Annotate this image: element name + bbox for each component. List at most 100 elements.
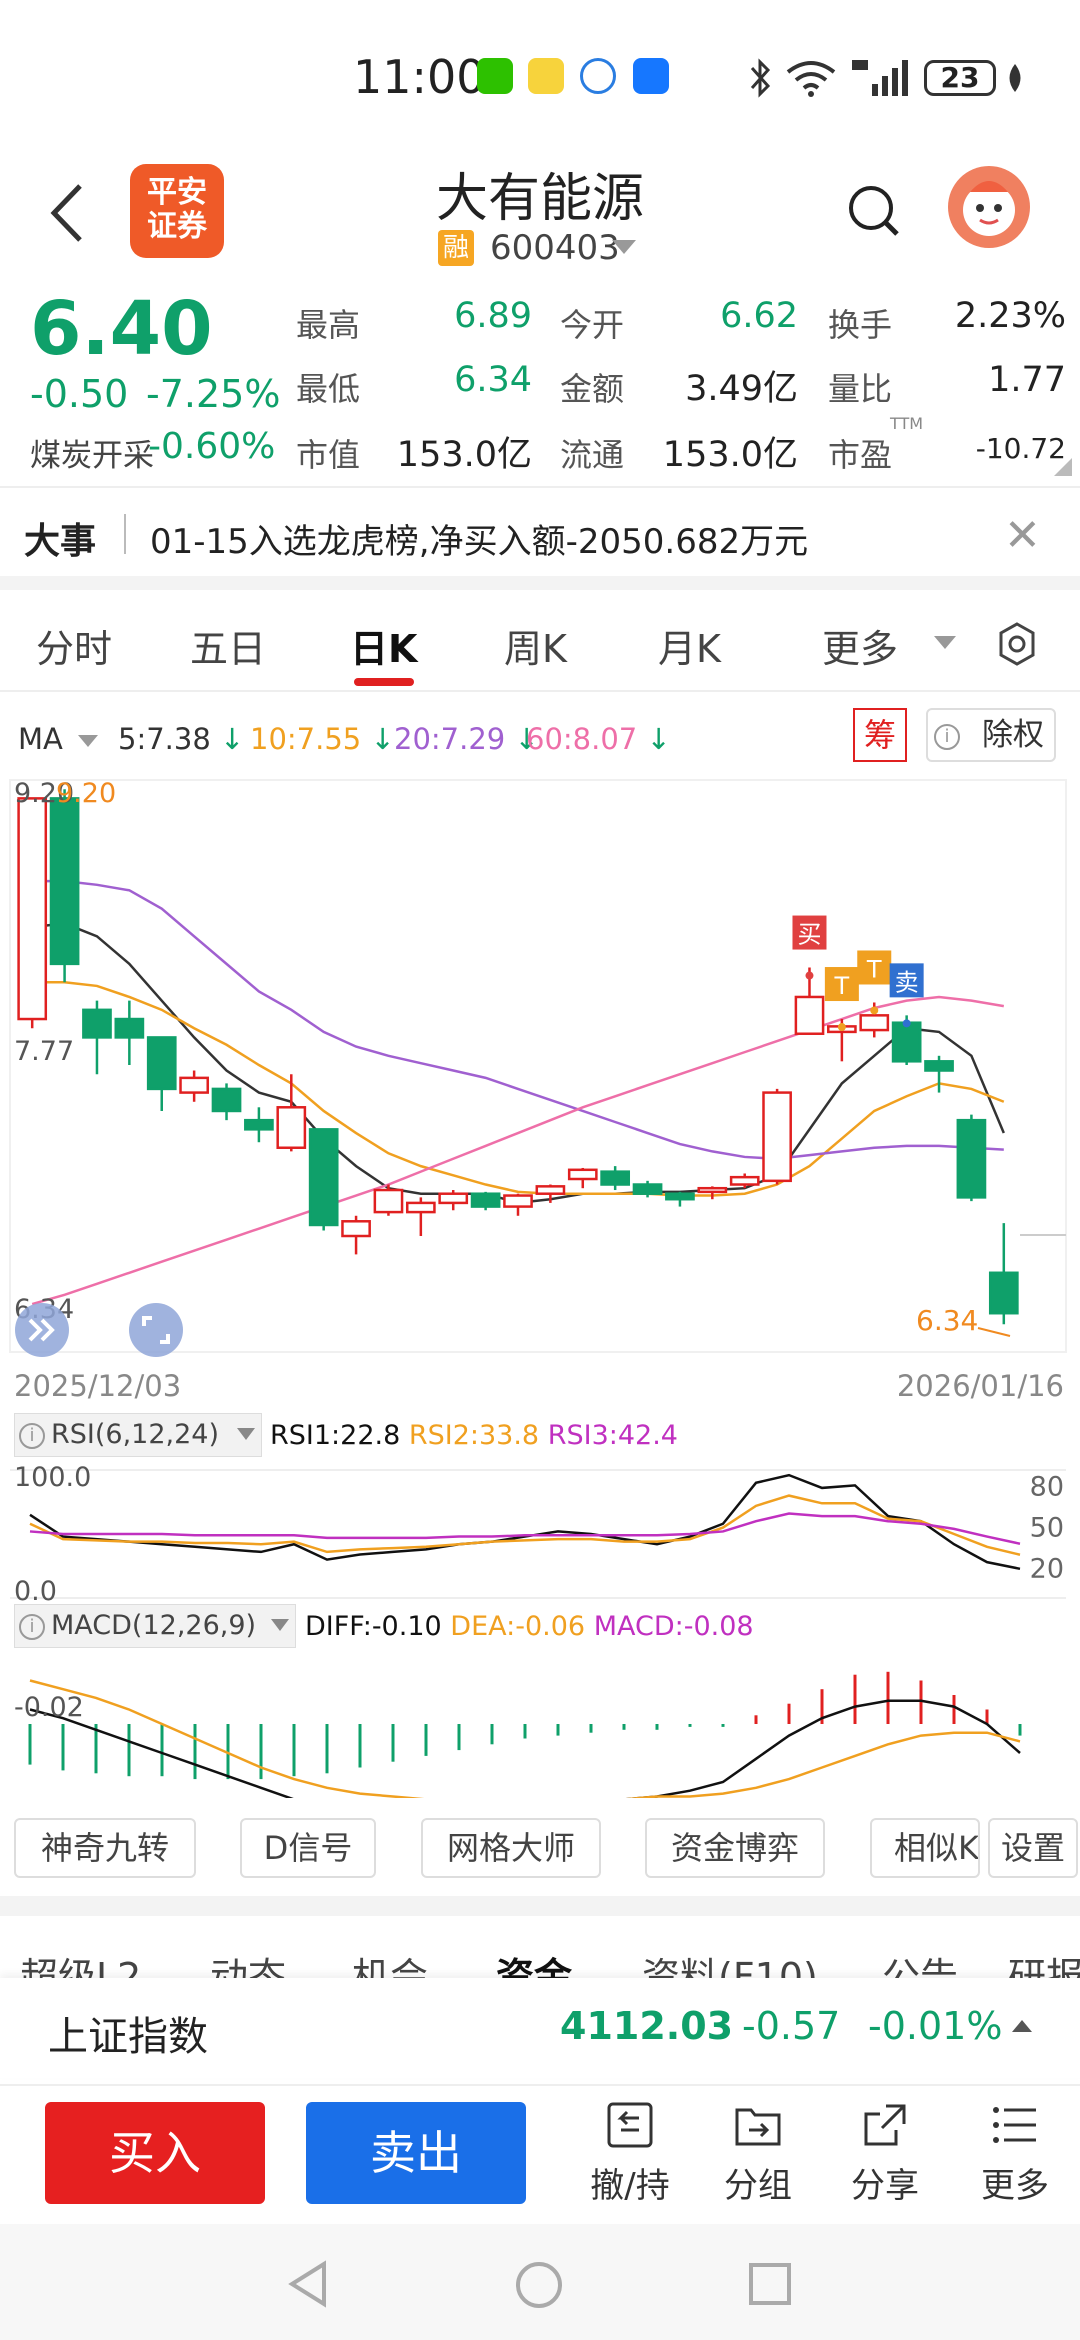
tab-daily-k[interactable]: 日K <box>350 618 417 673</box>
quote-field-label: 市值 <box>296 436 361 474</box>
tab-5day[interactable]: 五日 <box>190 618 266 673</box>
quote-field-label: 换手 <box>828 306 893 344</box>
y-axis-mid-label: 7.77 <box>14 1036 74 1067</box>
info-icon: i <box>934 724 960 750</box>
macd-indicator-selector[interactable]: i MACD(12,26,9) <box>14 1604 296 1648</box>
expand-left-icon[interactable] <box>15 1303 69 1357</box>
index-change: -0.57 <box>742 2004 841 2048</box>
tool-d-signal-button[interactable]: D信号 <box>240 1818 376 1878</box>
candle <box>665 1191 695 1207</box>
signal-icon <box>852 60 908 96</box>
x-axis-end-label: 2026/01/16 <box>897 1369 1064 1403</box>
settings-button[interactable]: 设置 <box>988 1818 1078 1878</box>
info-icon: i <box>19 1613 45 1640</box>
tool-magic-nine-button[interactable]: 神奇九转 <box>14 1818 196 1878</box>
leaf-icon <box>1009 64 1021 92</box>
ma20-value: 20:7.29 ↓ <box>394 722 539 756</box>
news-text[interactable]: 01-15入选龙虎榜,净买入额-2050.682万元 <box>150 514 808 563</box>
candle <box>956 1114 987 1202</box>
rsi1-value: RSI1:22.8 <box>270 1420 401 1451</box>
index-value: 4112.03 <box>560 2004 734 2048</box>
mascot-icon <box>963 181 1015 236</box>
tab-opportunity[interactable]: 机会 <box>352 1946 428 1978</box>
candle <box>988 1223 1019 1325</box>
candle <box>244 1107 274 1143</box>
period-low-pointer <box>977 1327 1011 1337</box>
chevron-down-icon[interactable] <box>612 240 636 254</box>
macd-chart[interactable]: -0.02 <box>0 1648 1080 1798</box>
rsi-chart[interactable]: 100.0 0.0 80 50 20 <box>0 1456 1080 1606</box>
quote-field-label: 最低 <box>296 370 361 408</box>
buy-button[interactable]: 买入 <box>45 2102 265 2204</box>
quote-field-label: 金额 <box>560 370 625 408</box>
tab-announcement[interactable]: 公告 <box>882 1946 958 1978</box>
rsi-indicator-selector[interactable]: i RSI(6,12,24) <box>14 1413 262 1457</box>
quote-field-value: 3.49亿 <box>685 369 798 409</box>
trade-marker-label: T <box>866 955 882 983</box>
tab-research[interactable]: 研报 <box>1008 1946 1080 1978</box>
chevron-up-icon[interactable] <box>1012 2020 1032 2032</box>
fullscreen-icon[interactable] <box>129 1303 183 1357</box>
chip-distribution-button[interactable]: 筹 <box>853 708 907 762</box>
market-index-bar[interactable]: 上证指数 4112.03 -0.57 -0.01% <box>0 1978 1080 2078</box>
chevron-down-icon[interactable] <box>934 636 956 649</box>
tab-weekly-k[interactable]: 周K <box>504 618 567 673</box>
undo-icon <box>607 2102 653 2148</box>
nav-back-icon[interactable] <box>286 2260 330 2308</box>
candle <box>600 1166 631 1191</box>
quote-field-label: 市盈 <box>828 436 893 474</box>
tab-minute[interactable]: 分时 <box>36 618 112 673</box>
ma-selector[interactable]: MA <box>18 722 99 756</box>
macd-dea-line <box>29 1679 1021 1798</box>
gear-icon[interactable] <box>995 622 1039 666</box>
macd-diff-value: DIFF:-0.10 <box>305 1611 442 1642</box>
tab-capital[interactable]: 资金 <box>496 1946 572 1978</box>
tab-monthly-k[interactable]: 月K <box>658 618 721 673</box>
news-bar[interactable]: 大事 01-15入选龙虎榜,净买入额-2050.682万元 ✕ <box>0 486 1080 576</box>
candle <box>438 1190 469 1211</box>
chevron-down-icon <box>271 1619 289 1631</box>
tool-similar-k-button[interactable]: 相似K <box>870 1818 980 1878</box>
candle <box>49 789 80 983</box>
back-button[interactable] <box>40 178 100 248</box>
period-low-label: 6.34 <box>916 1304 978 1337</box>
candle <box>503 1193 533 1216</box>
macd-head-label: MACD(12,26,9) <box>51 1610 257 1641</box>
tab-super-l2[interactable]: 超级L2 <box>20 1946 141 1978</box>
share-button[interactable]: 分享 <box>830 2100 940 2207</box>
margin-badge: 融 <box>438 230 474 266</box>
group-button[interactable]: 分组 <box>703 2100 813 2207</box>
candle <box>567 1167 598 1189</box>
sell-button[interactable]: 卖出 <box>306 2102 526 2204</box>
search-icon[interactable] <box>845 182 905 242</box>
ma10-value: 10:7.55 ↓ <box>250 722 395 756</box>
nav-recents-icon[interactable] <box>748 2262 792 2306</box>
avatar[interactable] <box>948 166 1030 248</box>
macd-dea-value: DEA:-0.06 <box>450 1611 586 1642</box>
nav-home-icon[interactable] <box>514 2260 564 2310</box>
tool-grid-master-button[interactable]: 网格大师 <box>421 1818 601 1878</box>
candle <box>373 1184 404 1216</box>
stock-code[interactable]: 600403 <box>490 228 620 268</box>
kline-chart[interactable]: 买TT卖9.209.207.776.346.342025/12/032026/0… <box>0 770 1080 1460</box>
candle <box>17 797 48 1029</box>
macd-macd-value: MACD:-0.08 <box>593 1611 754 1642</box>
tab-f10[interactable]: 资料(F10) <box>642 1946 818 1978</box>
system-nav-bar <box>0 2224 1080 2340</box>
cancel-hold-button[interactable]: 撤/持 <box>575 2100 685 2207</box>
tab-dynamic[interactable]: 动态 <box>210 1946 286 1978</box>
quote-field-value: 1.77 <box>988 360 1066 400</box>
menu-icon <box>993 2107 1036 2143</box>
close-icon[interactable]: ✕ <box>1004 510 1041 561</box>
candle <box>82 1000 112 1075</box>
candle <box>697 1186 728 1200</box>
sector-name[interactable]: 煤炭开采 <box>30 430 154 475</box>
more-button[interactable]: 更多 <box>960 2100 1070 2207</box>
candle <box>146 1036 177 1111</box>
sector-pct[interactable]: -0.60% <box>148 426 275 467</box>
rsi-line-rsi1 <box>29 1473 1021 1571</box>
quote-panel: 6.40 -0.50 -7.25% 煤炭开采 -0.60% 最高 6.89 今开 6.… <box>0 280 1080 480</box>
tab-more[interactable]: 更多 <box>822 618 898 673</box>
period-high-label: 9.20 <box>56 778 116 809</box>
tool-capital-game-button[interactable]: 资金博弈 <box>645 1818 825 1878</box>
